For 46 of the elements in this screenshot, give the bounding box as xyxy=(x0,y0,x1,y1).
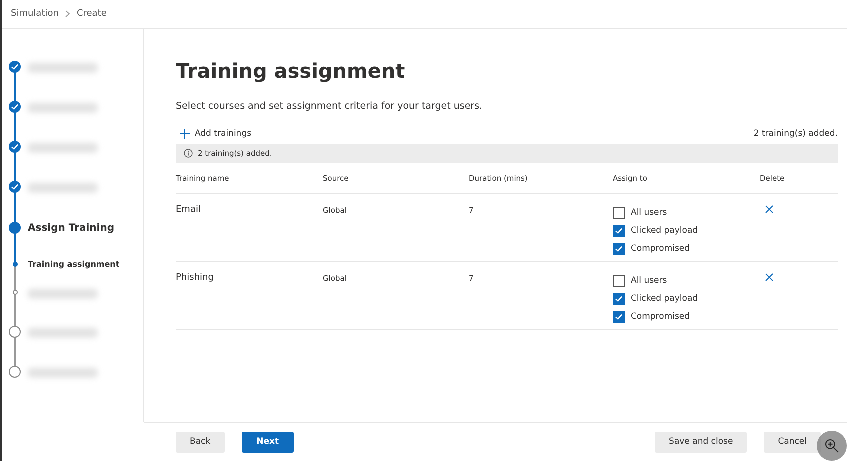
save-and-close-button[interactable]: Save and close xyxy=(655,432,748,452)
zoom-in-icon xyxy=(824,438,840,454)
check-icon xyxy=(615,227,623,235)
close-icon xyxy=(765,273,774,282)
close-icon xyxy=(765,205,774,214)
blurred-step-label xyxy=(28,328,98,338)
checkbox[interactable] xyxy=(613,293,625,305)
breadcrumb-item[interactable]: Simulation xyxy=(11,9,59,19)
blurred-step-label xyxy=(28,103,98,113)
check-icon xyxy=(615,313,623,321)
blurred-step-label xyxy=(28,143,98,153)
step-label[interactable]: Assign Training xyxy=(28,223,114,234)
breadcrumb-item[interactable]: Create xyxy=(76,9,107,19)
blurred-step-label xyxy=(28,368,98,378)
checkbox-label: Compromised xyxy=(631,312,690,322)
checkbox[interactable] xyxy=(613,311,625,323)
checkbox[interactable] xyxy=(613,225,625,237)
add-trainings-button[interactable]: Add trainings xyxy=(176,129,252,139)
step-label[interactable]: Training assignment xyxy=(28,260,120,269)
check-icon xyxy=(615,245,623,253)
checkbox-label: Clicked payload xyxy=(631,226,698,236)
checkbox-label: All users xyxy=(631,276,668,286)
blurred-step-label xyxy=(28,183,98,193)
back-button[interactable]: Back xyxy=(176,432,225,452)
checkbox-label: Compromised xyxy=(631,244,690,254)
checkbox-label: All users xyxy=(631,208,668,218)
info-icon xyxy=(184,149,193,158)
blurred-step-label xyxy=(28,63,98,73)
blurred-step-label xyxy=(28,289,98,299)
checkbox[interactable] xyxy=(613,275,625,287)
checkbox[interactable] xyxy=(613,207,625,219)
next-button[interactable]: Next xyxy=(242,432,294,452)
cancel-button[interactable]: Cancel xyxy=(764,432,821,452)
table-cell: Phishing xyxy=(176,262,323,330)
checkbox-label: Clicked payload xyxy=(631,294,698,304)
page-title: Training assignment xyxy=(176,59,406,83)
table-cell: Email xyxy=(176,194,323,262)
check-icon xyxy=(615,295,623,303)
delete-button[interactable] xyxy=(765,273,774,282)
plus-icon xyxy=(180,129,190,139)
page-description: Select courses and set assignment criteria for your target users. xyxy=(176,101,484,112)
chevron-icon xyxy=(64,10,71,18)
checkbox[interactable] xyxy=(613,243,625,255)
delete-button[interactable] xyxy=(765,205,774,214)
zoom-in-button[interactable] xyxy=(817,431,847,461)
trainings-count: 2 training(s) added. xyxy=(754,129,838,139)
